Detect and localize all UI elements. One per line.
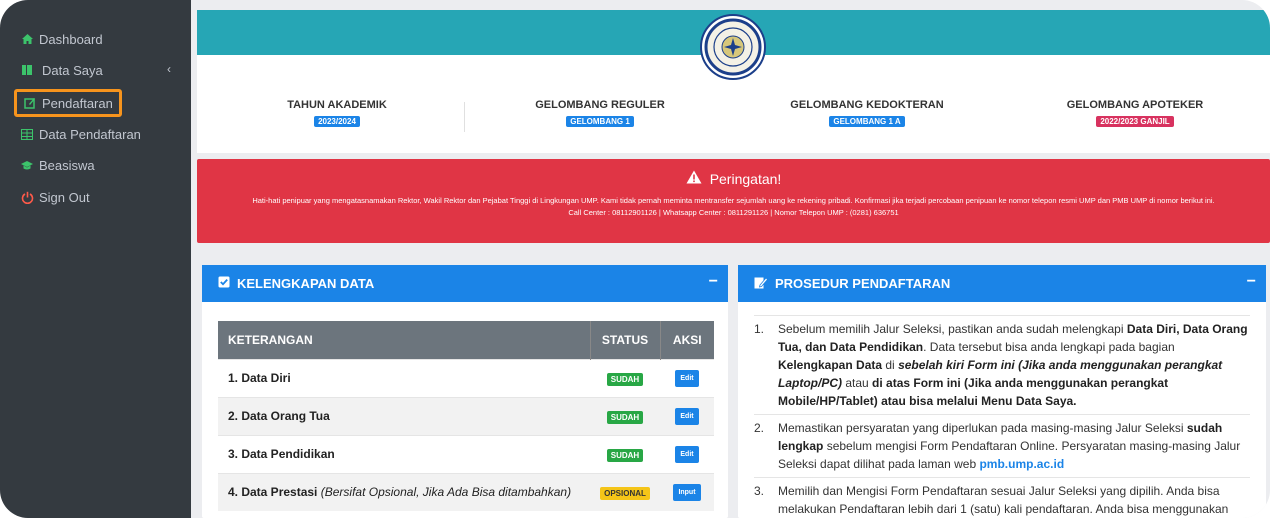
university-logo	[700, 14, 766, 80]
sidebar: Dashboard Data Saya ‹ Pendaftaran Data P…	[0, 0, 191, 518]
status-badge: SUDAH	[606, 410, 644, 424]
status-badge: 2022/2023 GANJIL	[1096, 116, 1174, 127]
chevron-left-icon[interactable]: ‹	[167, 62, 171, 76]
divider	[464, 102, 465, 132]
warning-icon	[686, 170, 702, 187]
card-header: PROSEDUR PENDAFTARAN −	[738, 265, 1266, 302]
prosedur-list: 1. Sebelum memilih Jalur Seleksi, pastik…	[754, 315, 1250, 518]
list-item: 3. Memilih dan Mengisi Form Pendaftaran …	[754, 477, 1250, 518]
collapse-button[interactable]: −	[709, 273, 718, 291]
table-row: 1. Data Diri SUDAH Edit	[218, 358, 714, 397]
kelengkapan-table: KETERANGAN STATUS AKSI 1. Data Diri SUDA…	[218, 321, 714, 511]
table-row: 3. Data Pendidikan SUDAH Edit	[218, 434, 714, 473]
table-header-row: KETERANGAN STATUS AKSI	[218, 321, 714, 359]
list-item: 1. Sebelum memilih Jalur Seleksi, pastik…	[754, 315, 1250, 414]
sidebar-item-beasiswa[interactable]: Beasiswa	[20, 153, 95, 177]
table-row: 2. Data Orang Tua SUDAH Edit	[218, 396, 714, 435]
alert-contacts: Call Center : 08112901126 | Whatsapp Cen…	[568, 208, 899, 217]
table-row: 4. Data Prestasi (Bersifat Opsional, Jik…	[218, 472, 714, 511]
sidebar-item-pendaftaran[interactable]: Pendaftaran	[14, 89, 122, 117]
status-badge: SUDAH	[606, 372, 644, 386]
app-window: Dashboard Data Saya ‹ Pendaftaran Data P…	[0, 0, 1270, 518]
sidebar-item-data-saya[interactable]: Data Saya	[20, 58, 103, 82]
pmb-link[interactable]: pmb.ump.ac.id	[979, 457, 1064, 471]
home-icon	[20, 32, 34, 46]
kelengkapan-data-card: KELENGKAPAN DATA − KETERANGAN STATUS AKS…	[202, 265, 728, 518]
status-badge: 2023/2024	[314, 116, 360, 127]
sidebar-item-dashboard[interactable]: Dashboard	[20, 27, 103, 51]
book-icon	[20, 63, 34, 77]
main-content: TAHUN AKADEMIK 2023/2024 GELOMBANG REGUL…	[197, 0, 1270, 518]
alert-message: Hati-hati penipuar yang mengatasnamakan …	[252, 196, 1215, 205]
input-button[interactable]: Input	[673, 484, 701, 502]
edit-button[interactable]: Edit	[675, 370, 699, 387]
status-badge: OPSIONAL	[600, 486, 650, 500]
info-gelombang-apoteker: GELOMBANG APOTEKER 2022/2023 GANJIL	[1066, 99, 1204, 127]
info-tahun-akademik: TAHUN AKADEMIK 2023/2024	[287, 99, 387, 127]
card-header: KELENGKAPAN DATA −	[202, 265, 728, 302]
power-icon	[20, 190, 34, 204]
collapse-button[interactable]: −	[1247, 273, 1256, 291]
info-gelombang-reguler: GELOMBANG REGULER GELOMBANG 1	[535, 99, 665, 127]
edit-icon	[754, 276, 769, 292]
table-icon	[20, 127, 34, 141]
sidebar-item-sign-out[interactable]: Sign Out	[20, 185, 90, 209]
status-badge: GELOMBANG 1 A	[829, 116, 905, 127]
edit-button[interactable]: Edit	[675, 408, 699, 425]
sidebar-item-data-pendaftaran[interactable]: Data Pendaftaran	[20, 122, 141, 146]
status-badge: GELOMBANG 1	[566, 116, 634, 127]
list-item: 2. Memastikan persyaratan yang diperluka…	[754, 414, 1250, 477]
alert-title: Peringatan!	[709, 170, 782, 187]
graduation-cap-icon	[20, 158, 34, 172]
edit-button[interactable]: Edit	[675, 446, 699, 463]
prosedur-pendaftaran-card: PROSEDUR PENDAFTARAN − 1. Sebelum memili…	[738, 265, 1266, 518]
info-gelombang-kedokteran: GELOMBANG KEDOKTERAN GELOMBANG 1 A	[790, 99, 944, 127]
warning-alert: Peringatan! Hati-hati penipuar yang meng…	[197, 159, 1270, 243]
edit-icon	[23, 96, 37, 110]
status-badge: SUDAH	[606, 448, 644, 462]
checkbox-icon	[218, 276, 230, 291]
